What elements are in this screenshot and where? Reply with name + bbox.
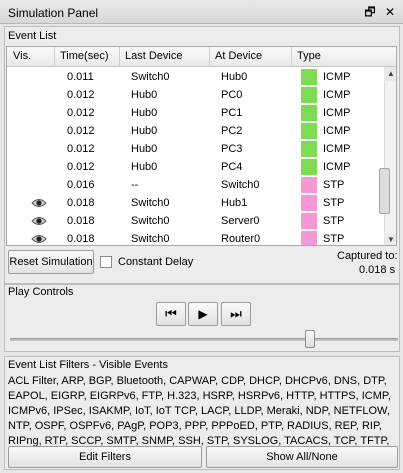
last-device-cell: Hub0	[131, 89, 158, 101]
step-back-icon[interactable]: ⏮	[156, 302, 186, 326]
time-cell: 0.012	[67, 161, 95, 173]
constant-delay-label: Constant Delay	[118, 256, 194, 268]
type-cell: ICMP	[323, 107, 351, 119]
time-cell: 0.016	[67, 179, 95, 191]
time-cell: 0.011	[67, 71, 94, 83]
time-cell: 0.018	[67, 215, 95, 227]
play-controls-title: Play Controls	[8, 286, 74, 298]
constant-delay-checkbox[interactable]	[100, 256, 112, 268]
type-cell: ICMP	[323, 89, 351, 101]
last-device-cell: Hub0	[131, 107, 158, 119]
eye-icon[interactable]	[31, 215, 47, 230]
at-device-cell: PC0	[221, 89, 243, 101]
step-forward-icon[interactable]: ⏭	[221, 302, 251, 326]
captured-value: 0.018 s	[359, 264, 396, 276]
last-device-cell: Switch0	[131, 215, 170, 227]
eye-icon[interactable]	[31, 197, 47, 212]
table-row[interactable]: 0.012 Hub0 PC4 ICMP	[7, 158, 385, 176]
at-device-cell: Router0	[221, 233, 261, 245]
type-cell: STP	[323, 233, 345, 245]
event-table: Vis. Time(sec) Last Device At Device Typ…	[6, 46, 397, 246]
type-color-swatch	[301, 213, 317, 229]
at-device-cell: Switch0	[221, 179, 260, 191]
eye-icon[interactable]	[31, 233, 47, 245]
restore-icon[interactable]: 🗗	[362, 4, 378, 20]
filters-title: Event List Filters - Visible Events	[8, 359, 168, 371]
edit-filters-button[interactable]: Edit Filters	[8, 446, 202, 468]
at-device-cell: Server0	[221, 215, 260, 227]
time-cell: 0.018	[67, 233, 95, 245]
at-device-cell: Hub1	[221, 197, 248, 209]
column-header-at-device[interactable]: At Device	[215, 50, 262, 62]
table-header: Vis. Time(sec) Last Device At Device Typ…	[7, 47, 396, 67]
type-cell: STP	[323, 215, 345, 227]
type-color-swatch	[301, 87, 317, 103]
type-cell: ICMP	[323, 125, 351, 137]
scroll-down-icon[interactable]: ▼	[384, 233, 396, 245]
table-row[interactable]: 0.018 Switch0 Server0 STP	[7, 212, 385, 230]
type-cell: ICMP	[323, 143, 351, 155]
type-color-swatch	[301, 231, 317, 245]
scrollbar-thumb[interactable]	[379, 168, 390, 214]
column-header-last-device[interactable]: Last Device	[125, 50, 182, 62]
close-icon[interactable]: ✕	[382, 4, 398, 20]
last-device-cell: --	[131, 179, 139, 191]
table-row[interactable]: 0.012 Hub0 PC3 ICMP	[7, 140, 385, 158]
table-row[interactable]: 0.018 Switch0 Hub1 STP	[7, 194, 385, 212]
last-device-cell: Switch0	[131, 197, 170, 209]
type-color-swatch	[301, 69, 317, 85]
type-cell: ICMP	[323, 161, 351, 173]
column-header-time[interactable]: Time(sec)	[60, 50, 108, 62]
time-cell: 0.012	[67, 143, 95, 155]
time-cell: 0.012	[67, 107, 95, 119]
at-device-cell: PC1	[221, 107, 243, 119]
at-device-cell: PC3	[221, 143, 243, 155]
event-list-title: Event List	[8, 30, 57, 42]
reset-simulation-button[interactable]: Reset Simulation	[8, 250, 94, 274]
table-row[interactable]: 0.012 Hub0 PC1 ICMP	[7, 104, 385, 122]
last-device-cell: Hub0	[131, 125, 158, 137]
table-row[interactable]: 0.018 Switch0 Router0 STP	[7, 230, 385, 245]
last-device-cell: Switch0	[131, 71, 170, 83]
show-all-none-button[interactable]: Show All/None	[206, 446, 398, 468]
column-header-vis[interactable]: Vis.	[13, 50, 31, 62]
table-row[interactable]: 0.012 Hub0 PC0 ICMP	[7, 86, 385, 104]
type-color-swatch	[301, 177, 317, 193]
last-device-cell: Hub0	[131, 161, 158, 173]
last-device-cell: Switch0	[131, 233, 170, 245]
type-color-swatch	[301, 141, 317, 157]
at-device-cell: Hub0	[221, 71, 248, 83]
table-row[interactable]: 0.011 Switch0 Hub0 ICMP	[7, 68, 385, 86]
vertical-scrollbar[interactable]	[384, 67, 396, 245]
type-color-swatch	[301, 123, 317, 139]
type-color-swatch	[301, 105, 317, 121]
captured-label: Captured to:	[337, 250, 398, 262]
time-cell: 0.012	[67, 125, 95, 137]
time-cell: 0.018	[67, 197, 95, 209]
window-title: Simulation Panel	[8, 6, 99, 20]
last-device-cell: Hub0	[131, 143, 158, 155]
play-speed-slider-track[interactable]	[10, 338, 398, 341]
scroll-up-icon[interactable]: ▲	[384, 67, 396, 81]
title-bar: Simulation Panel 🗗 ✕	[0, 0, 403, 24]
time-cell: 0.012	[67, 89, 95, 101]
type-cell: ICMP	[323, 71, 351, 83]
type-cell: STP	[323, 179, 345, 191]
type-cell: STP	[323, 197, 345, 209]
table-row[interactable]: 0.016 -- Switch0 STP	[7, 176, 385, 194]
table-row[interactable]: 0.012 Hub0 PC2 ICMP	[7, 122, 385, 140]
type-color-swatch	[301, 159, 317, 175]
column-header-type[interactable]: Type	[297, 50, 321, 62]
play-speed-slider-thumb[interactable]	[305, 330, 315, 348]
type-color-swatch	[301, 195, 317, 211]
at-device-cell: PC2	[221, 125, 243, 137]
play-icon[interactable]: ▶	[188, 302, 218, 326]
at-device-cell: PC4	[221, 161, 243, 173]
